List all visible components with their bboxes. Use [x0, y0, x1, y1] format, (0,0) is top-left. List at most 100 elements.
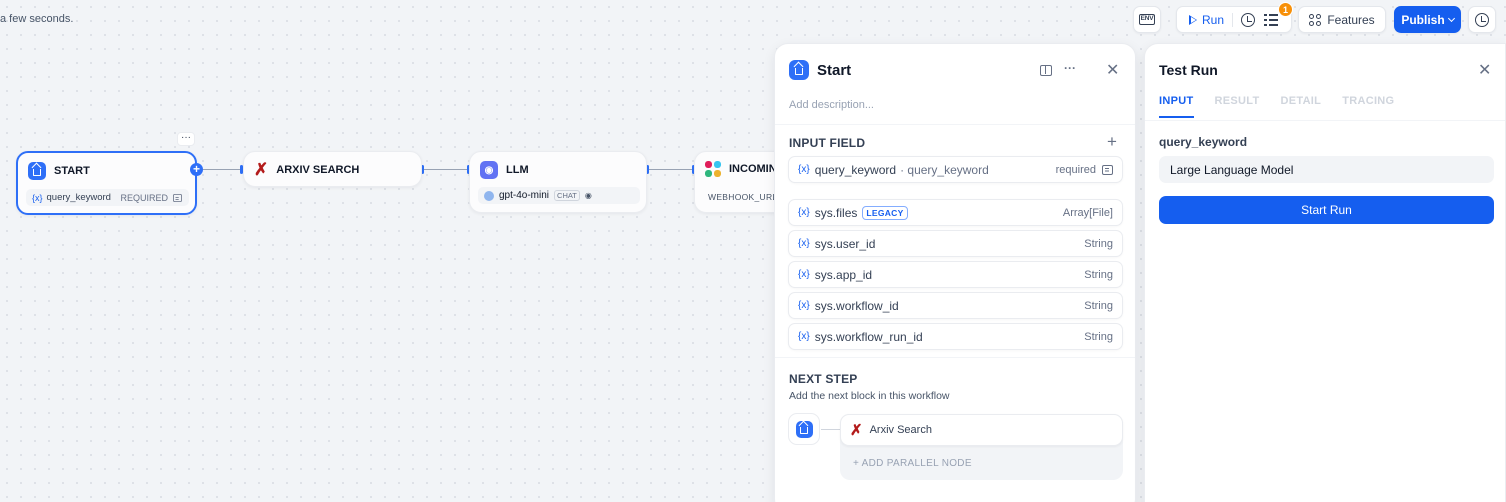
- version-history-button[interactable]: [1468, 6, 1496, 33]
- home-icon: [789, 60, 809, 80]
- features-button[interactable]: Features: [1298, 6, 1386, 33]
- variable-icon: {x}: [798, 300, 810, 311]
- system-variable-row: {x} sys.user_id String: [788, 230, 1123, 257]
- node-title: ARXIV SEARCH: [276, 163, 360, 176]
- sys-var-type: String: [1084, 330, 1113, 343]
- divider: [775, 357, 1135, 358]
- checklist-count-badge: 1: [1278, 2, 1293, 17]
- start-node[interactable]: START {x} query_keyword REQUIRED: [16, 151, 197, 215]
- add-node-plus-icon[interactable]: +: [190, 163, 203, 176]
- variable-icon: {x}: [798, 207, 810, 218]
- system-variable-row: {x} sys.workflow_run_id String: [788, 323, 1123, 350]
- start-run-button[interactable]: Start Run: [1159, 196, 1494, 224]
- model-row: gpt-4o-mini CHAT ◉: [478, 187, 640, 204]
- field-required: required: [1055, 163, 1096, 176]
- arxiv-logo-icon: ✗: [254, 160, 269, 179]
- tab-tracing[interactable]: TRACING: [1342, 95, 1394, 118]
- checklist-icon[interactable]: [1264, 13, 1279, 26]
- help-docs-button[interactable]: [1040, 65, 1052, 76]
- variable-icon: {x}: [798, 164, 810, 175]
- node-title: LLM: [506, 164, 529, 176]
- close-icon[interactable]: ✕: [1478, 60, 1491, 80]
- variable-icon: {x}: [798, 238, 810, 249]
- sys-var-name: sys.workflow_id: [814, 298, 899, 313]
- sys-var-name: sys.files: [814, 205, 858, 220]
- form-icon: [1102, 164, 1113, 175]
- next-step-heading: NEXT STEP: [789, 372, 858, 386]
- panel-title: Start: [817, 62, 852, 79]
- next-step-description: Add the next block in this workflow: [789, 390, 950, 402]
- next-node-card[interactable]: ✗ Arxiv Search: [840, 414, 1123, 446]
- divider: [1145, 120, 1505, 121]
- next-step-connector: [821, 429, 840, 430]
- publish-button[interactable]: Publish: [1394, 6, 1461, 33]
- tab-result[interactable]: RESULT: [1215, 95, 1260, 118]
- test-run-tabs: INPUT RESULT DETAIL TRACING: [1159, 95, 1394, 118]
- book-icon: [1040, 65, 1052, 76]
- slack-icon: [705, 161, 721, 177]
- description-input[interactable]: Add description...: [789, 99, 874, 111]
- edge-start-arxiv: [203, 169, 243, 170]
- sys-var-type: String: [1084, 237, 1113, 250]
- play-icon: [1189, 14, 1197, 25]
- features-label: Features: [1327, 12, 1375, 27]
- form-icon: [173, 193, 182, 202]
- system-variable-row: {x} sys.files LEGACY Array[File]: [788, 199, 1123, 226]
- arxiv-search-node[interactable]: ✗ ARXIV SEARCH: [243, 151, 422, 187]
- toolbar-divider: [1232, 12, 1234, 27]
- required-tag: REQUIRED: [120, 192, 168, 203]
- add-parallel-node-button[interactable]: + ADD PARALLEL NODE: [853, 458, 972, 469]
- run-button[interactable]: Run: [1177, 13, 1224, 27]
- sys-var-type: Array[File]: [1062, 206, 1113, 219]
- divider: [775, 124, 1135, 125]
- chevron-down-icon: [1447, 14, 1455, 22]
- sys-var-type: String: [1084, 268, 1113, 281]
- input-field-row[interactable]: {x} query_keyword · query_keyword requir…: [788, 156, 1123, 183]
- sys-var-type: String: [1084, 299, 1113, 312]
- system-variable-row: {x} sys.app_id String: [788, 261, 1123, 288]
- field-label: · query_keyword: [900, 162, 989, 177]
- variable-icon: {x}: [798, 331, 810, 342]
- tab-detail[interactable]: DETAIL: [1280, 95, 1321, 118]
- query-keyword-input[interactable]: Large Language Model: [1159, 156, 1494, 183]
- variable-icon: {x}: [798, 269, 810, 280]
- current-node-icon: [788, 413, 820, 445]
- sys-var-name: sys.user_id: [814, 236, 876, 251]
- node-more-button[interactable]: ···: [177, 132, 195, 146]
- publish-label: Publish: [1401, 12, 1445, 27]
- home-icon: [28, 162, 46, 180]
- node-field: WEBHOOK_URL: [708, 192, 778, 202]
- home-icon: [795, 420, 813, 438]
- run-label: Run: [1202, 12, 1225, 27]
- run-toolbar-group: Run: [1176, 6, 1292, 33]
- legacy-badge: LEGACY: [862, 205, 908, 220]
- variable-icon: {x}: [32, 192, 43, 203]
- edge-llm-incoming: [648, 169, 695, 170]
- test-run-panel: Test Run ✕ INPUT RESULT DETAIL TRACING q…: [1144, 43, 1506, 502]
- run-history-icon[interactable]: [1241, 12, 1256, 27]
- system-variable-row: {x} sys.workflow_id String: [788, 292, 1123, 319]
- model-name: gpt-4o-mini: [499, 190, 550, 201]
- features-icon: [1309, 13, 1322, 26]
- env-icon: ENV: [1138, 14, 1156, 25]
- close-icon[interactable]: ✕: [1106, 60, 1119, 80]
- test-run-title: Test Run: [1159, 62, 1218, 78]
- node-variable-row: {x} query_keyword REQUIRED: [26, 189, 189, 206]
- node-title: START: [54, 165, 90, 177]
- field-name: query_keyword: [814, 162, 897, 177]
- edge-arxiv-llm: [423, 169, 470, 170]
- env-button[interactable]: ENV: [1133, 6, 1161, 33]
- next-node-name: Arxiv Search: [869, 424, 932, 436]
- model-mode-badge: CHAT: [554, 190, 580, 201]
- llm-node[interactable]: ◉ LLM gpt-4o-mini CHAT ◉: [469, 151, 647, 213]
- openai-icon: [484, 190, 494, 201]
- add-input-field-button[interactable]: +: [1107, 132, 1117, 152]
- variable-name: query_keyword: [46, 192, 111, 203]
- tab-input[interactable]: INPUT: [1159, 95, 1194, 118]
- model-settings-icon: ◉: [584, 191, 592, 200]
- input-label: query_keyword: [1159, 135, 1248, 149]
- llm-icon: ◉: [480, 161, 498, 179]
- start-node-panel: Start ··· ✕ Add description... INPUT FIE…: [774, 43, 1136, 502]
- panel-more-button[interactable]: ···: [1064, 61, 1076, 75]
- input-field-heading: INPUT FIELD: [789, 136, 866, 150]
